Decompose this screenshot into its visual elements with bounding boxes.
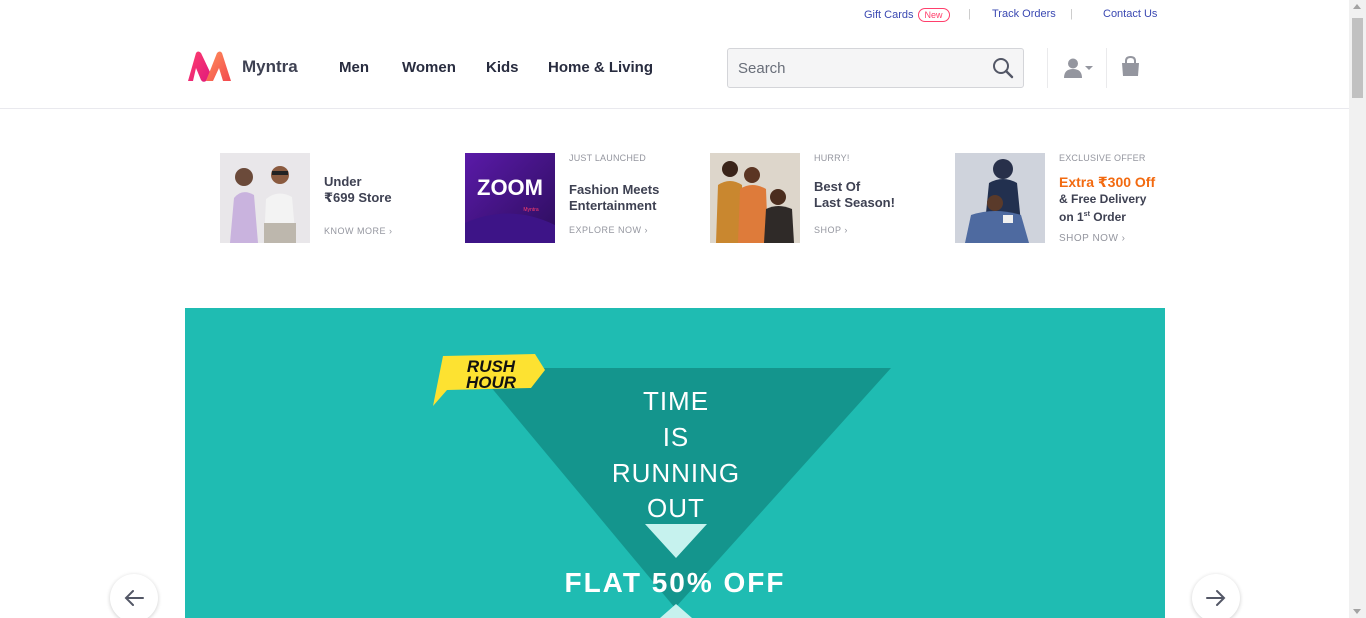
arrow-left-icon bbox=[124, 590, 144, 606]
banner-headline-line1: TIME bbox=[643, 386, 709, 416]
promo-image: ZOOM Myntra bbox=[465, 153, 555, 243]
promo-card[interactable]: EXCLUSIVE OFFER Extra ₹300 Off & Free De… bbox=[955, 153, 1165, 244]
banner-headline-line2: IS bbox=[663, 422, 690, 452]
scroll-down-arrow-icon[interactable] bbox=[1353, 609, 1361, 614]
myntra-logo-icon bbox=[188, 51, 231, 82]
carousel-next-button[interactable] bbox=[1192, 574, 1240, 618]
promo-title: & Free Delivery on 1st Order bbox=[1059, 192, 1147, 224]
rush-hour-line2: HOUR bbox=[466, 373, 517, 392]
carousel-prev-button[interactable] bbox=[110, 574, 158, 618]
chevron-down-icon bbox=[1085, 66, 1093, 70]
scrollbar-thumb[interactable] bbox=[1352, 18, 1363, 98]
new-badge: New bbox=[917, 8, 950, 22]
nav-men[interactable]: Men bbox=[339, 59, 369, 76]
gift-cards-link[interactable]: Gift Cards New bbox=[864, 8, 950, 22]
main-header: Myntra Men Women Kids Home & Living bbox=[0, 28, 1349, 109]
user-icon bbox=[1064, 58, 1082, 78]
bag-button[interactable] bbox=[1121, 55, 1140, 82]
search-icon[interactable] bbox=[992, 57, 1014, 84]
separator: | bbox=[968, 8, 971, 20]
promo-pre-label: EXCLUSIVE OFFER bbox=[1059, 153, 1146, 163]
page-scrollbar[interactable] bbox=[1349, 0, 1366, 618]
promo-pre-label: HURRY! bbox=[814, 153, 850, 163]
banner-headline-line3: RUNNING bbox=[612, 458, 740, 488]
banner-offer-text: FLAT 50% OFF bbox=[564, 567, 785, 598]
divider bbox=[1047, 48, 1048, 88]
promo-title: Best Of Last Season! bbox=[814, 179, 895, 210]
search-input[interactable] bbox=[728, 49, 968, 87]
top-utility-bar: Gift Cards New | Track Orders | Contact U… bbox=[0, 0, 1349, 28]
zoom-logo-subtext: Myntra bbox=[523, 207, 539, 213]
promo-cta[interactable]: SHOP NOW › bbox=[1059, 233, 1126, 244]
nav-kids[interactable]: Kids bbox=[486, 59, 519, 76]
track-orders-link[interactable]: Track Orders bbox=[992, 8, 1056, 20]
promo-image bbox=[710, 153, 800, 243]
promo-image bbox=[955, 153, 1045, 243]
promo-card[interactable]: ZOOM Myntra JUST LAUNCHED Fashion Meets … bbox=[465, 153, 675, 243]
gift-cards-label: Gift Cards bbox=[864, 9, 914, 21]
promo-card[interactable]: Under ₹699 Store KNOW MORE › bbox=[220, 153, 430, 243]
myntra-logo[interactable]: Myntra bbox=[186, 50, 298, 83]
banner-headline-line4: OUT bbox=[647, 493, 705, 523]
zoom-logo-text: ZOOM bbox=[477, 175, 543, 200]
contact-us-link[interactable]: Contact Us bbox=[1103, 8, 1157, 20]
banner-hourglass-bottom bbox=[660, 604, 692, 618]
arrow-right-icon bbox=[1206, 590, 1226, 606]
promo-cta[interactable]: EXPLORE NOW › bbox=[569, 225, 648, 235]
scroll-up-arrow-icon[interactable] bbox=[1353, 4, 1361, 9]
brand-name: Myntra bbox=[242, 56, 298, 76]
promo-image bbox=[220, 153, 310, 243]
bag-icon bbox=[1122, 55, 1139, 76]
promo-title: Under ₹699 Store bbox=[324, 174, 392, 205]
hero-banner[interactable]: RUSH HOUR TIME IS RUNNING OUT FLAT 50% O… bbox=[185, 308, 1165, 618]
promo-title: Fashion Meets Entertainment bbox=[569, 182, 660, 213]
divider bbox=[1106, 48, 1107, 88]
promo-pre-label: JUST LAUNCHED bbox=[569, 153, 646, 163]
profile-menu[interactable] bbox=[1064, 58, 1093, 78]
promo-card[interactable]: HURRY! Best Of Last Season! SHOP › bbox=[710, 153, 920, 243]
search-box bbox=[727, 48, 1024, 88]
promo-offer: Extra ₹300 Off bbox=[1059, 174, 1156, 190]
promo-cta[interactable]: SHOP › bbox=[814, 225, 848, 235]
separator: | bbox=[1070, 8, 1073, 20]
nav-home-living[interactable]: Home & Living bbox=[548, 59, 653, 76]
promo-cta[interactable]: KNOW MORE › bbox=[324, 226, 393, 236]
nav-women[interactable]: Women bbox=[402, 59, 456, 76]
